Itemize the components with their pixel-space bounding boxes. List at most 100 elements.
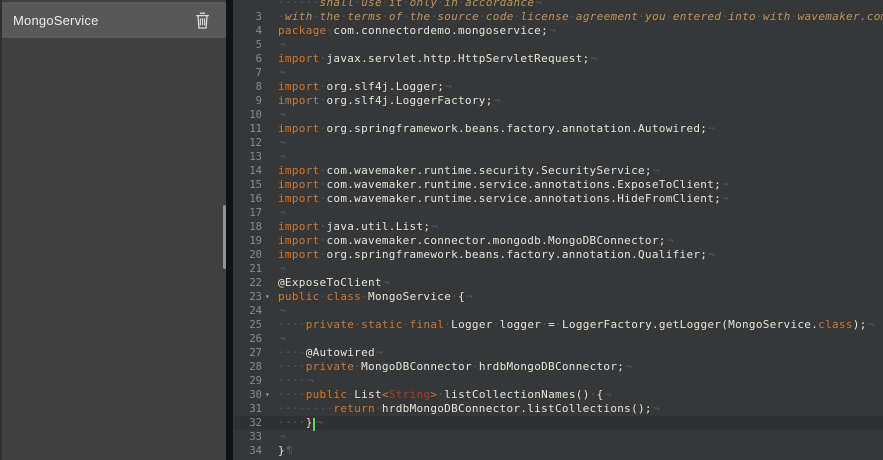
end-of-line-mark: ¬ — [279, 150, 286, 163]
end-of-line-mark: ¬ — [535, 0, 542, 9]
end-of-line-mark: ¬ — [708, 248, 715, 261]
code-line[interactable]: 19 import·com.wavemaker.connector.mongodb… — [233, 234, 883, 248]
code-line[interactable]: 34}¶ — [233, 444, 883, 458]
code-text: import·org.springframework.beans.factory… — [278, 122, 715, 136]
code-line[interactable]: 25····private·static·final·Logger·logger… — [233, 318, 883, 332]
code-text: import·org.slf4j.LoggerFactory;¬ — [278, 94, 501, 108]
line-number: 12 — [233, 136, 262, 150]
code-line[interactable]: 20import·org.springframework.beans.facto… — [233, 248, 883, 262]
code-text: ····private·MongoDBConnector·hrdbMongoDB… — [278, 360, 632, 374]
end-of-line-mark: ¬ — [279, 206, 286, 219]
code-line[interactable]: 29····¬ — [233, 374, 883, 388]
end-of-line-mark: ¬ — [279, 38, 286, 51]
code-line[interactable]: 22@ExposeToClient¬ — [233, 276, 883, 290]
end-of-line-mark: ¬ — [653, 164, 660, 177]
delete-service-button[interactable] — [193, 10, 212, 31]
end-of-line-mark: ¬ — [494, 94, 501, 107]
line-number: 16 — [233, 192, 262, 206]
code-text: ¬ — [278, 332, 286, 346]
code-text: import·com.wavemaker.runtime.service.ann… — [278, 192, 729, 206]
code-line[interactable]: 13 ¬ — [233, 150, 883, 164]
code-line[interactable]: 21¬ — [233, 262, 883, 276]
code-line[interactable]: 18import·java.util.List;¬ — [233, 220, 883, 234]
line-number: 28 — [233, 360, 262, 374]
line-number: 30 — [233, 388, 262, 402]
end-of-line-mark: ¬ — [279, 332, 286, 345]
code-text: import·javax.servlet.http.HttpServletReq… — [278, 52, 597, 66]
code-line[interactable]: 10 ¬ — [233, 108, 883, 122]
code-text: ¬ — [278, 304, 286, 318]
code-line[interactable]: 7¬ — [233, 66, 883, 80]
code-text: ······shall·use·it·only·in·accordance¬ — [278, 0, 542, 10]
code-line[interactable]: 23▾public·class·MongoService·{¬ — [233, 290, 883, 304]
code-text: ¬ — [278, 108, 286, 122]
line-number: 8 — [233, 80, 262, 94]
code-text: ¬ — [278, 150, 286, 164]
line-number: 14 — [233, 164, 262, 178]
code-text: import·com.wavemaker.runtime.security.Se… — [278, 164, 660, 178]
code-text: ·with·the·terms·of·the·source·code·licen… — [278, 10, 883, 24]
code-line[interactable]: 12 ¬ — [233, 136, 883, 150]
code-line[interactable]: 33¬ — [233, 430, 883, 444]
line-number: 27 — [233, 346, 262, 360]
code-line[interactable]: 14 import·com.wavemaker.runtime.security.… — [233, 164, 883, 178]
code-line[interactable]: 11 import·org.springframework.beans.facto… — [233, 122, 883, 136]
sidebar-item-mongoservice[interactable]: MongoService — [2, 2, 226, 38]
code-text: ····private·static·final·Logger·logger·=… — [278, 318, 875, 332]
end-of-line-mark: ¬ — [466, 290, 473, 303]
code-line[interactable]: 27 ····@Autowired¬ — [233, 346, 883, 360]
code-text: ¬ — [278, 136, 286, 150]
code-line[interactable]: 3·with·the·terms·of·the·source·code·lice… — [233, 10, 883, 24]
code-text: ····@Autowired¬ — [278, 346, 383, 360]
line-number: 11 — [233, 122, 262, 136]
code-line[interactable]: 31········return·hrdbMongoDBConnector.li… — [233, 402, 883, 416]
code-line[interactable]: 15import·com.wavemaker.runtime.service.a… — [233, 178, 883, 192]
end-of-line-mark: ¬ — [549, 24, 556, 37]
code-editor[interactable]: ······shall·use·it·only·in·accordance¬3·… — [233, 0, 883, 460]
code-line[interactable]: 5¬ — [233, 38, 883, 52]
code-line[interactable]: 30▾····public·List<String>·listCollectio… — [233, 388, 883, 402]
line-number: 26 — [233, 332, 262, 346]
trash-icon — [195, 12, 210, 29]
end-of-line-mark: ¬ — [431, 220, 438, 233]
code-line[interactable]: 24 ¬ — [233, 304, 883, 318]
code-line[interactable]: 4package·com.connectordemo.mongoservice;… — [233, 24, 883, 38]
end-of-line-mark: ¬ — [722, 192, 729, 205]
line-number: 10 — [233, 108, 262, 122]
code-line[interactable]: 6 import·javax.servlet.http.HttpServletRe… — [233, 52, 883, 66]
line-number: 24 — [233, 304, 262, 318]
code-text: @ExposeToClient¬ — [278, 276, 390, 290]
panel-splitter[interactable] — [226, 0, 233, 460]
code-line[interactable]: 26 ¬ — [233, 332, 883, 346]
line-number: 32 — [233, 416, 262, 430]
code-line[interactable]: 17¬ — [233, 206, 883, 220]
line-number: 19 — [233, 234, 262, 248]
line-number: 6 — [233, 52, 262, 66]
code-line[interactable]: 9import·org.slf4j.LoggerFactory;¬ — [233, 94, 883, 108]
line-number: 4 — [233, 24, 262, 38]
code-line[interactable]: 16 import·com.wavemaker.runtime.service.a… — [233, 192, 883, 206]
code-line[interactable]: 32····}¬ — [233, 416, 883, 430]
line-number: 23 — [233, 290, 262, 304]
end-of-line-mark: ¬ — [316, 416, 323, 429]
end-of-file-mark: ¶ — [286, 444, 293, 457]
code-line[interactable]: 8import·org.slf4j.Logger;¬ — [233, 80, 883, 94]
end-of-line-mark: ¬ — [591, 52, 598, 65]
line-number: 13 — [233, 150, 262, 164]
fold-toggle-icon[interactable]: ▾ — [265, 290, 270, 304]
fold-toggle-icon[interactable]: ▾ — [265, 388, 270, 402]
code-text: import·com.wavemaker.runtime.service.ann… — [278, 178, 729, 192]
end-of-line-mark: ¬ — [722, 178, 729, 191]
code-line[interactable]: ······shall·use·it·only·in·accordance¬ — [233, 0, 883, 10]
end-of-line-mark: ¬ — [279, 66, 286, 79]
code-text: ¬ — [278, 206, 286, 220]
code-text: import·com.wavemaker.connector.mongodb.M… — [278, 234, 674, 248]
end-of-line-mark: ¬ — [307, 374, 314, 387]
line-number: 20 — [233, 248, 262, 262]
code-text: ¬ — [278, 66, 286, 80]
line-number: 29 — [233, 374, 262, 388]
line-number: 7 — [233, 66, 262, 80]
code-text: ········return·hrdbMongoDBConnector.list… — [278, 402, 660, 416]
line-number: 34 — [233, 444, 262, 458]
code-line[interactable]: 28 ····private·MongoDBConnector·hrdbMongo… — [233, 360, 883, 374]
